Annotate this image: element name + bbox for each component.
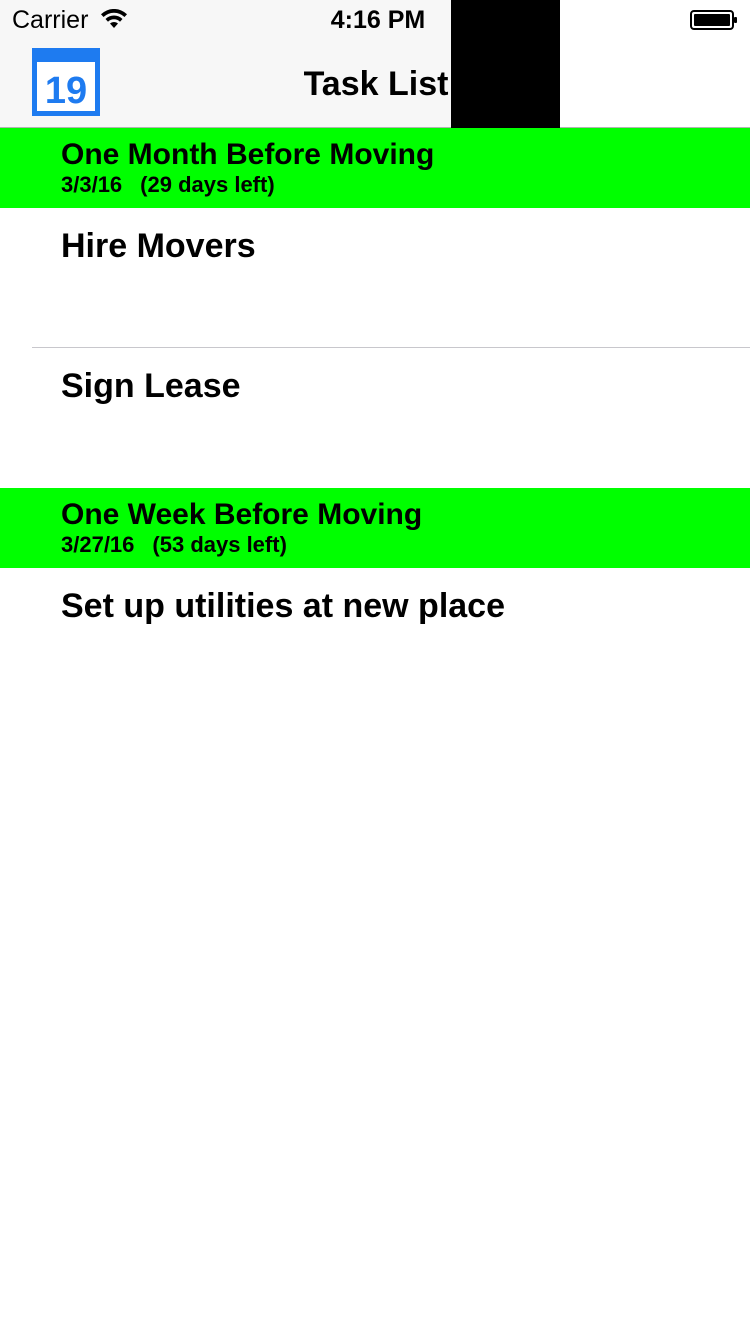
- screen: 19 Task List Carrier 4:16 PM One Month B…: [0, 0, 750, 1334]
- section-date: 3/3/16: [61, 172, 123, 197]
- page-title: Task List: [303, 65, 449, 103]
- task-label: Hire Movers: [61, 227, 256, 265]
- task-row[interactable]: Sign Lease: [0, 348, 750, 488]
- status-time: 4:16 PM: [330, 6, 426, 34]
- task-label: Set up utilities at new place: [61, 587, 505, 625]
- section-title: One Week Before Moving: [61, 498, 423, 531]
- status-bar: Carrier 4:16 PM: [0, 0, 750, 40]
- section-subtitle: 3/3/16 (29 days left): [61, 172, 275, 198]
- battery-icon: [690, 10, 737, 30]
- section-subtitle: 3/27/16 (53 days left): [61, 532, 287, 558]
- task-list: One Month Before Moving 3/3/16 (29 days l…: [0, 128, 750, 708]
- section-date: 3/27/16: [61, 532, 135, 557]
- task-row[interactable]: Hire Movers: [0, 208, 750, 348]
- section-days-left: (29 days left): [140, 172, 275, 197]
- section-title: One Month Before Moving: [61, 138, 435, 171]
- task-row[interactable]: Set up utilities at new place: [0, 568, 750, 708]
- section-days-left: (53 days left): [152, 532, 287, 557]
- section-header: One Week Before Moving 3/27/16 (53 days l…: [0, 488, 750, 568]
- section-header: One Month Before Moving 3/3/16 (29 days l…: [0, 128, 750, 208]
- task-label: Sign Lease: [61, 367, 241, 405]
